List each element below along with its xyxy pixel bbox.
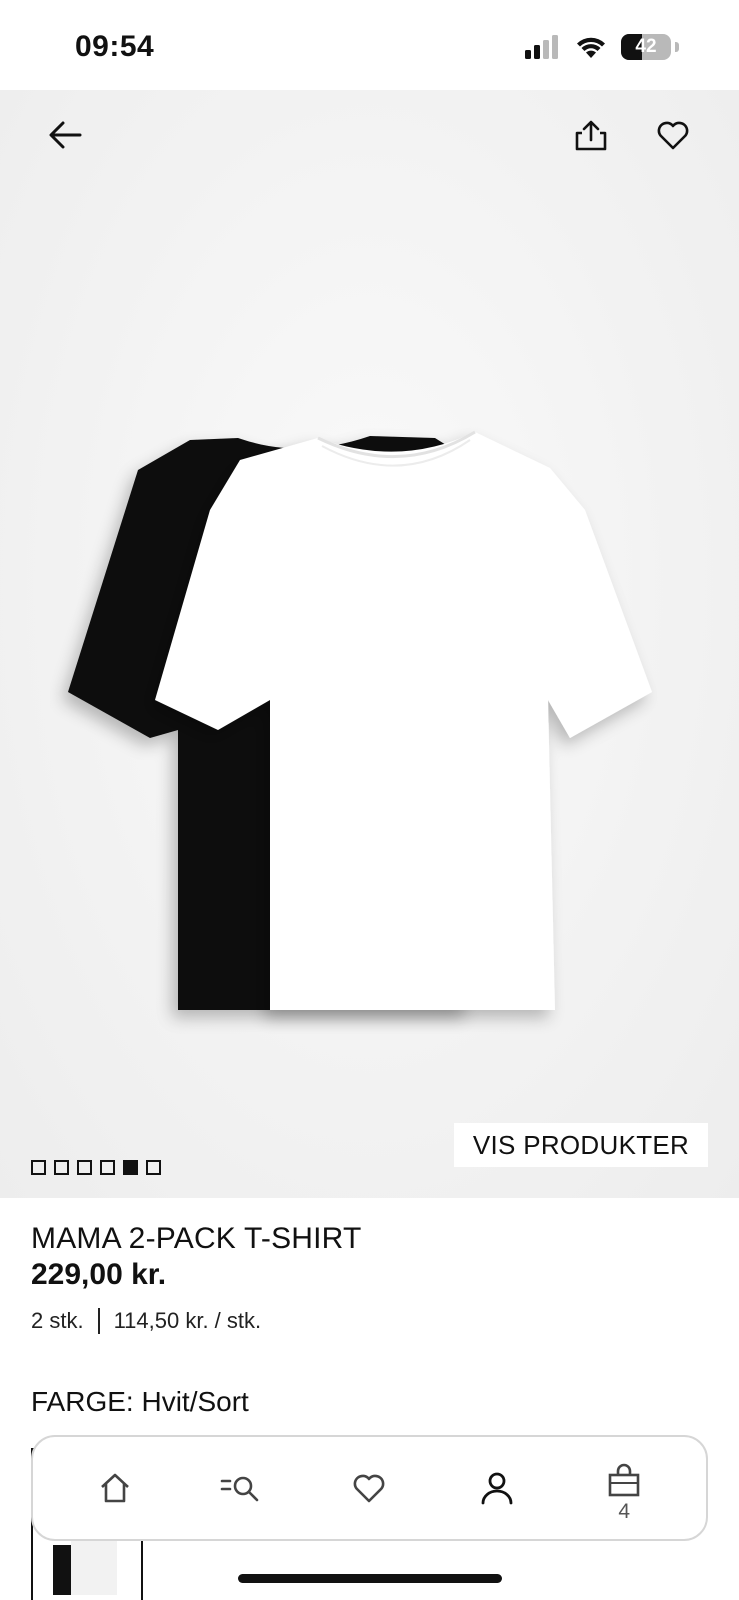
status-bar: 09:54 42 [0, 0, 739, 90]
status-icons: 42 [525, 34, 679, 60]
signal-icon [525, 35, 558, 59]
nav-favorites[interactable] [329, 1448, 409, 1528]
home-indicator [238, 1574, 502, 1583]
product-image-gallery[interactable]: VIS PRODUKTER [0, 90, 739, 1198]
heart-icon [354, 1474, 385, 1503]
bottom-navigation: 4 [31, 1435, 708, 1541]
back-arrow-icon [49, 121, 82, 149]
nav-cart[interactable]: 4 [584, 1448, 664, 1528]
color-label: FARGE: Hvit/Sort [31, 1386, 249, 1417]
person-icon [481, 1472, 513, 1505]
product-name: MAMA 2-PACK T-SHIRT [31, 1222, 362, 1255]
back-button[interactable] [40, 110, 90, 160]
unit-price-line: 2 stk. 114,50 kr. / stk. [31, 1308, 261, 1334]
cart-count: 4 [618, 1500, 631, 1523]
share-icon [575, 120, 607, 151]
heart-icon [657, 121, 689, 150]
status-time: 09:54 [75, 30, 155, 63]
pagination-dot[interactable] [77, 1160, 92, 1175]
image-pagination [31, 1160, 161, 1175]
nav-home[interactable] [75, 1448, 155, 1528]
shopping-bag-icon [608, 1463, 640, 1497]
home-icon [100, 1473, 129, 1503]
pagination-dot[interactable] [31, 1160, 46, 1175]
share-button[interactable] [566, 110, 616, 160]
battery-icon: 42 [621, 34, 671, 60]
wifi-icon [577, 37, 605, 58]
nav-account[interactable] [457, 1448, 537, 1528]
unit-price-label: 114,50 kr. / stk. [113, 1308, 262, 1333]
pagination-dot[interactable] [100, 1160, 115, 1175]
vis-produkter-button[interactable]: VIS PRODUKTER [454, 1123, 708, 1167]
battery-label: 42 [635, 36, 657, 57]
pagination-dot[interactable] [146, 1160, 161, 1175]
pagination-dot[interactable] [54, 1160, 69, 1175]
quantity-label: 2 stk. [31, 1308, 84, 1333]
product-price: 229,00 kr. [31, 1258, 167, 1291]
product-photo[interactable] [50, 320, 690, 1040]
search-menu-icon [220, 1476, 259, 1502]
pagination-dot[interactable] [123, 1160, 138, 1175]
separator [97, 1308, 100, 1334]
nav-search[interactable] [202, 1448, 282, 1528]
battery-nub [675, 42, 679, 52]
favorite-button[interactable] [648, 110, 698, 160]
